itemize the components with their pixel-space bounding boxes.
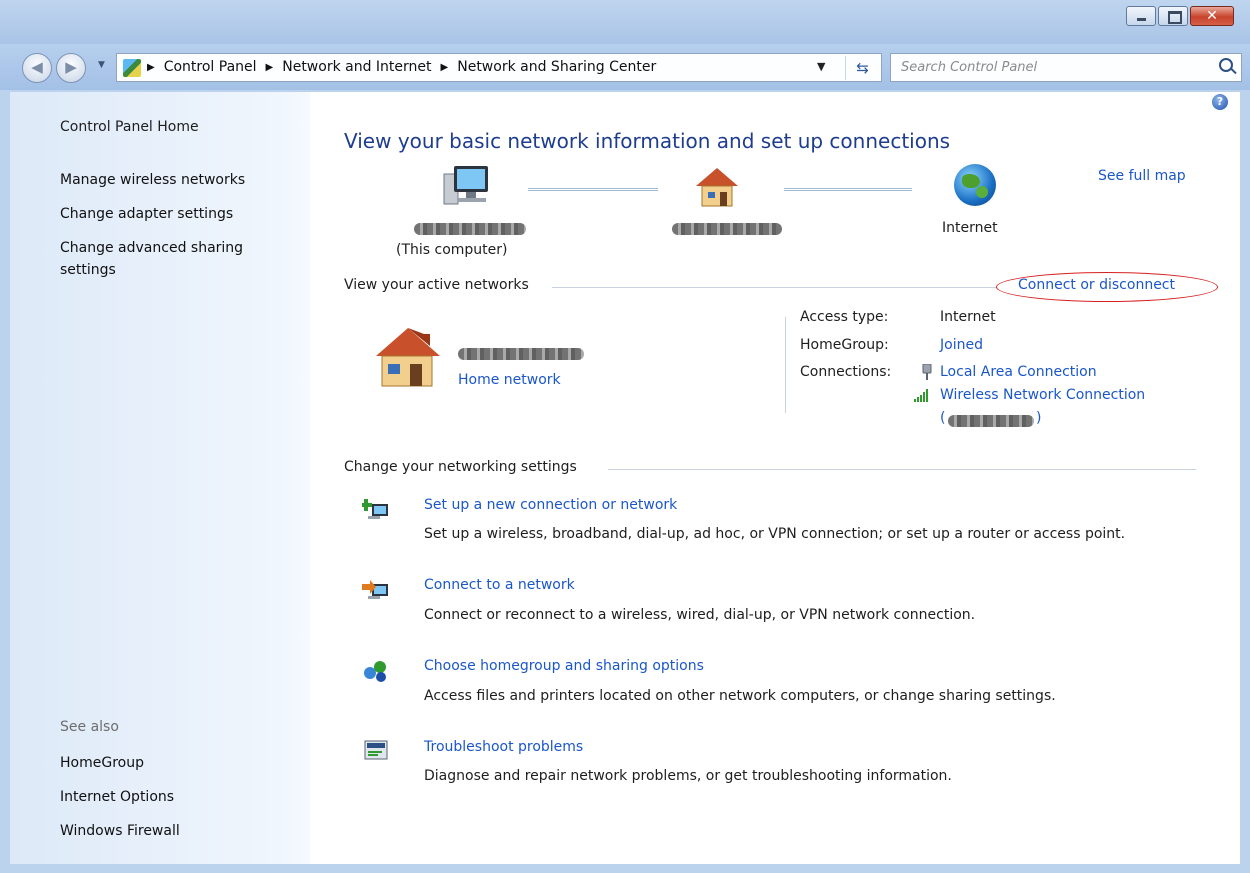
troubleshoot-link[interactable]: Troubleshoot problems <box>424 739 583 755</box>
see-also-heading: See also <box>60 719 119 735</box>
sidebar-item-manage-wireless-networks[interactable]: Manage wireless networks <box>60 172 245 188</box>
forward-arrow-icon: ▶ <box>65 58 77 76</box>
see-full-map-link[interactable]: See full map <box>1098 168 1186 184</box>
computer-name-redacted <box>414 223 526 235</box>
window-controls: ✕ <box>1124 6 1234 26</box>
homegroup-sharing-link[interactable]: Choose homegroup and sharing options <box>424 658 704 674</box>
breadcrumb-control-panel[interactable]: Control Panel <box>164 59 257 75</box>
change-settings-heading: Change your networking settings <box>344 459 577 475</box>
back-arrow-icon: ◀ <box>31 58 43 76</box>
home-network-icon <box>696 168 738 207</box>
homegroup-sharing-icon <box>364 661 386 682</box>
breadcrumb-arrow-icon[interactable]: ▶ <box>441 62 449 75</box>
homegroup-label: HomeGroup: <box>800 337 889 353</box>
sidebar-item-control-panel-home[interactable]: Control Panel Home <box>60 119 199 135</box>
control-panel-icon <box>123 59 141 77</box>
setup-new-connection-link[interactable]: Set up a new connection or network <box>424 497 677 513</box>
sidebar-item-windows-firewall[interactable]: Windows Firewall <box>60 823 180 839</box>
breadcrumb-arrow-icon[interactable]: ▶ <box>147 62 155 75</box>
new-connection-icon <box>362 499 388 519</box>
map-connector-line <box>784 188 912 191</box>
home-network-link[interactable]: Home network <box>458 372 561 388</box>
sidebar-item-internet-options[interactable]: Internet Options <box>60 789 174 805</box>
address-dropdown-icon[interactable]: ▼ <box>817 60 825 73</box>
maximize-button[interactable] <box>1158 6 1188 26</box>
connect-to-network-desc: Connect or reconnect to a wireless, wire… <box>424 607 976 623</box>
homegroup-joined-link[interactable]: Joined <box>940 337 983 353</box>
local-area-connection-link[interactable]: Local Area Connection <box>940 364 1097 380</box>
close-icon: ✕ <box>1206 8 1218 24</box>
navigation-bar: ◀ ▶ ▼ ▶ Control Panel ▶ Network and Inte… <box>0 44 1250 90</box>
annotation-ellipse <box>996 272 1218 302</box>
breadcrumb-network-and-sharing-center[interactable]: Network and Sharing Center <box>457 59 656 75</box>
title-bar: ✕ <box>0 0 1250 44</box>
wireless-ssid-redacted <box>948 415 1034 427</box>
access-type-label: Access type: <box>800 309 889 325</box>
this-computer-label: (This computer) <box>396 242 508 258</box>
wireless-paren-close[interactable]: ) <box>1036 410 1041 426</box>
sidebar-item-change-adapter-settings[interactable]: Change adapter settings <box>60 206 233 222</box>
search-input[interactable]: Search Control Panel <box>890 53 1242 82</box>
main-content: ? View your basic network information an… <box>310 92 1240 864</box>
breadcrumb: ▶ Control Panel ▶ Network and Internet ▶… <box>147 59 656 75</box>
internet-globe-icon <box>954 164 996 206</box>
active-networks-heading: View your active networks <box>344 277 529 293</box>
breadcrumb-arrow-icon[interactable]: ▶ <box>266 62 274 75</box>
forward-button[interactable]: ▶ <box>56 53 86 83</box>
address-bar[interactable]: ▶ Control Panel ▶ Network and Internet ▶… <box>116 53 882 82</box>
active-network-name-redacted <box>458 348 584 360</box>
sidebar-item-change-advanced-sharing[interactable]: Change advanced sharing <box>60 240 243 256</box>
access-type-value: Internet <box>940 309 996 325</box>
internet-label: Internet <box>942 220 998 236</box>
wireless-network-connection-link[interactable]: Wireless Network Connection <box>940 387 1145 403</box>
home-network-house-icon <box>376 328 440 387</box>
map-connector-line <box>528 188 658 191</box>
breadcrumb-network-and-internet[interactable]: Network and Internet <box>282 59 431 75</box>
troubleshoot-icon <box>364 740 388 760</box>
vertical-divider <box>785 317 786 413</box>
section-divider <box>608 469 1196 470</box>
close-button[interactable]: ✕ <box>1190 6 1234 26</box>
troubleshoot-desc: Diagnose and repair network problems, or… <box>424 768 952 784</box>
sidebar: Control Panel Home Manage wireless netwo… <box>10 92 310 864</box>
search-icon[interactable] <box>1219 58 1233 72</box>
page-title: View your basic network information and … <box>344 129 951 153</box>
homegroup-sharing-desc: Access files and printers located on oth… <box>424 688 1056 704</box>
search-placeholder: Search Control Panel <box>901 60 1038 75</box>
setup-new-connection-desc: Set up a wireless, broadband, dial-up, a… <box>424 526 1126 542</box>
sidebar-item-homegroup[interactable]: HomeGroup <box>60 755 144 771</box>
network-name-redacted <box>672 223 782 235</box>
connect-to-network-link[interactable]: Connect to a network <box>424 577 575 593</box>
refresh-button[interactable]: ⇆ <box>845 56 879 80</box>
recent-pages-dropdown-icon[interactable]: ▼ <box>98 60 105 70</box>
minimize-button[interactable] <box>1126 6 1156 26</box>
section-divider <box>552 287 996 288</box>
wireless-paren-open[interactable]: ( <box>940 410 945 426</box>
help-icon[interactable]: ? <box>1212 94 1228 110</box>
wireless-signal-icon <box>914 388 932 402</box>
sidebar-item-change-advanced-sharing-cont[interactable]: settings <box>60 262 116 278</box>
connections-label: Connections: <box>800 364 892 380</box>
computer-icon <box>443 166 488 205</box>
refresh-icon: ⇆ <box>856 59 869 77</box>
connect-to-network-icon <box>362 580 388 599</box>
back-button[interactable]: ◀ <box>22 53 52 83</box>
ethernet-plug-icon <box>922 364 932 380</box>
